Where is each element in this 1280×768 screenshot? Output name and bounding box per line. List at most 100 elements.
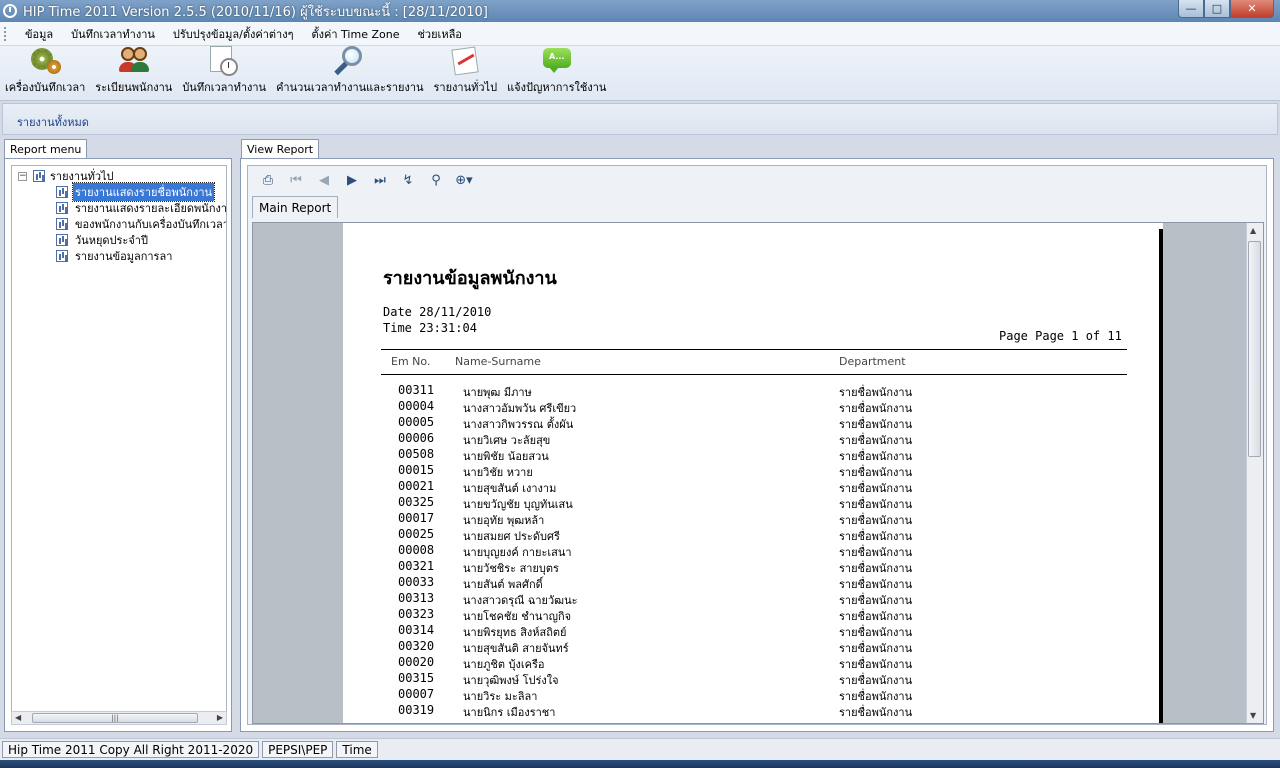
print-icon[interactable]: ⎙ <box>254 169 282 191</box>
general-report-button[interactable]: รายงานทั่วไป <box>429 46 503 98</box>
scroll-down-icon[interactable]: ▼ <box>1250 711 1256 720</box>
scroll-thumb[interactable]: ||| <box>32 713 198 723</box>
export-icon[interactable]: ↯ <box>394 169 422 191</box>
row-em-no: 00314 <box>398 623 435 637</box>
report-viewer-container: ⎙ ⏮ ◀ ▶ ⏭ ↯ ⚲ ⊕▾ Main Report รายงานข้อมู… <box>247 165 1267 725</box>
menu-grip <box>4 26 8 41</box>
report-problem-button[interactable]: A... แจ้งปัญหาการใช้งาน <box>502 46 611 98</box>
report-rows: 00311 นายพุฒ มีภาษ รายชื่อพนักงาน 00004 นางส… <box>343 383 1163 719</box>
report-page-number: Page Page 1 of 11 <box>999 329 1122 343</box>
table-row: 00025 นายสมยศ ประดับศรี รายชื่อพนักงาน <box>343 527 1163 543</box>
row-em-no: 00323 <box>398 607 435 621</box>
status-database: PEPSI\PEP <box>262 741 334 758</box>
tree-root[interactable]: − รายงานทั่วไป <box>18 168 114 184</box>
table-row: 00508 นายพิชัย น้อยสวน รายชื่อพนักงาน <box>343 447 1163 463</box>
tree-item-holidays[interactable]: วันหยุดประจำปี <box>56 232 150 248</box>
maximize-button[interactable]: □ <box>1204 0 1230 18</box>
toolbar-label: แจ้งปัญหาการใช้งาน <box>507 81 607 94</box>
close-button[interactable]: ✕ <box>1230 0 1274 18</box>
scroll-up-icon[interactable]: ▲ <box>1250 226 1256 235</box>
report-icon <box>56 218 68 230</box>
page-edge <box>1159 229 1163 723</box>
main-toolbar: เครื่องบันทึกเวลา ระเบียนพนักงาน บันทึกเ… <box>0 46 1280 101</box>
menu-settings[interactable]: ปรับปรุงข้อมูล/ตั้งค่าต่างๆ <box>164 25 303 43</box>
col-name-surname: Name-Surname <box>455 355 541 368</box>
table-row: 00033 นายสันต์ พลศักดิ์ รายชื่อพนักงาน <box>343 575 1163 591</box>
horizontal-scrollbar[interactable]: ◀ ||| ▶ <box>11 711 227 725</box>
table-row: 00007 นายวิระ มะลิลา รายชื่อพนักงาน <box>343 687 1163 703</box>
table-row: 00314 นายพิรยุทธ สิงห์สถิตย์ รายชื่อพนักงา… <box>343 623 1163 639</box>
zoom-icon[interactable]: ⊕▾ <box>450 169 478 191</box>
menu-data[interactable]: ข้อมูล <box>16 25 62 43</box>
tab-main-report[interactable]: Main Report <box>252 196 339 218</box>
table-row: 00323 นายโชคชัย ชำนาญกิจ รายชื่อพนักงาน <box>343 607 1163 623</box>
scroll-left-icon[interactable]: ◀ <box>15 713 21 722</box>
col-em-no: Em No. <box>391 355 431 368</box>
table-row: 00321 นายวัชชิระ สายบุตร รายชื่อพนักงาน <box>343 559 1163 575</box>
tree-item-employee-list[interactable]: รายงานแสดงรายชื่อพนักงาน <box>56 182 216 202</box>
employees-button[interactable]: ระเบียนพนักงาน <box>90 46 177 98</box>
first-page-icon[interactable]: ⏮ <box>282 169 310 191</box>
table-row: 00325 นายขวัญชัย บุญทันเสน รายชื่อพนักงาน <box>343 495 1163 511</box>
report-icon <box>56 202 68 214</box>
tab-view-report[interactable]: View Report <box>241 139 320 158</box>
row-em-no: 00508 <box>398 447 435 461</box>
table-row: 00313 นางสาวดรุณี ฉายวัฒนะ รายชื่อพนักงาน <box>343 591 1163 607</box>
row-em-no: 00015 <box>398 463 435 477</box>
tree-item-employee-detail[interactable]: รายงานแสดงรายละเอียดพนักงาน <box>56 200 226 216</box>
table-row: 00311 นายพุฒ มีภาษ รายชื่อพนักงาน <box>343 383 1163 399</box>
employees-icon <box>118 46 150 73</box>
report-menu-panel: − รายงานทั่วไป รายงานแสดงรายชื่อพนักงาน … <box>4 158 232 732</box>
menu-time-record[interactable]: บันทึกเวลาทำงาน <box>62 25 164 43</box>
calendar-clock-icon <box>208 46 240 76</box>
table-row: 00315 นายวุฒิพงษ์ โปร่งใจ รายชื่อพนักงาน <box>343 671 1163 687</box>
taskbar <box>0 760 1280 768</box>
report-icon <box>56 234 68 246</box>
report-page-viewer[interactable]: รายงานข้อมูลพนักงาน Date 28/11/2010 Time… <box>252 222 1264 724</box>
row-em-no: 00007 <box>398 687 435 701</box>
chat-bubble-icon: A... <box>541 46 573 73</box>
row-em-no: 00313 <box>398 591 435 605</box>
table-row: 00021 นายสุขสันต์ เงางาม รายชื่อพนักงาน <box>343 479 1163 495</box>
row-em-no: 00319 <box>398 703 435 717</box>
calculate-report-button[interactable]: คำนวนเวลาทำงานและรายงาน <box>271 46 428 98</box>
report-tree: − รายงานทั่วไป รายงานแสดงรายชื่อพนักงาน … <box>11 165 227 725</box>
vertical-scrollbar[interactable]: ▲ ▼ <box>1246 223 1263 723</box>
row-em-no: 00320 <box>398 639 435 653</box>
tree-item-leave[interactable]: รายงานข้อมูลการลา <box>56 248 174 264</box>
tree-item-employee-devices[interactable]: ของพนักงานกับเครื่องบันทึกเวลา <box>56 216 226 232</box>
report-icon <box>56 186 68 198</box>
report-time: Time 23:31:04 <box>383 321 477 335</box>
collapse-icon[interactable]: − <box>18 171 27 181</box>
report-toolbar: ⎙ ⏮ ◀ ▶ ⏭ ↯ ⚲ ⊕▾ <box>248 166 1266 194</box>
tree-item-label: รายงานข้อมูลการลา <box>75 250 173 263</box>
toolbar-label: คำนวนเวลาทำงานและรายงาน <box>276 81 424 94</box>
minimize-button[interactable]: — <box>1178 0 1204 18</box>
row-em-no: 00017 <box>398 511 435 525</box>
row-em-no: 00005 <box>398 415 435 429</box>
time-recorder-button[interactable]: เครื่องบันทึกเวลา <box>0 46 90 98</box>
title-bar: HIP Time 2011 Version 2.5.5 (2010/11/16)… <box>0 0 1280 22</box>
report-chart-icon <box>449 46 481 76</box>
status-bar: Hip Time 2011 Copy All Right 2011-2020 P… <box>0 738 1280 760</box>
scroll-right-icon[interactable]: ▶ <box>217 713 223 722</box>
menu-help[interactable]: ช่วยเหลือ <box>408 25 470 43</box>
table-row: 00320 นายสุขสันติ สายจันทร์ รายชื่อพนักงาน <box>343 639 1163 655</box>
time-record-button[interactable]: บันทึกเวลาทำงาน <box>177 46 271 98</box>
row-em-no: 00020 <box>398 655 435 669</box>
scroll-thumb[interactable] <box>1248 241 1261 457</box>
find-icon[interactable]: ⚲ <box>422 169 450 191</box>
prev-page-icon[interactable]: ◀ <box>310 169 338 191</box>
menu-time-zone[interactable]: ตั้งค่า Time Zone <box>303 25 409 43</box>
table-row: 00020 นายภูชิต บุ้งเครือ รายชื่อพนักงาน <box>343 655 1163 671</box>
next-page-icon[interactable]: ▶ <box>338 169 366 191</box>
report-icon <box>56 250 68 262</box>
table-row: 00017 นายอุทัย พุฒหล้า รายชื่อพนักงาน <box>343 511 1163 527</box>
row-em-no: 00008 <box>398 543 435 557</box>
report-title: รายงานข้อมูลพนักงาน <box>383 268 557 289</box>
window-title: HIP Time 2011 Version 2.5.5 (2010/11/16)… <box>23 4 488 20</box>
last-page-icon[interactable]: ⏭ <box>366 169 394 191</box>
header-rule <box>381 349 1127 350</box>
toolbar-label: บันทึกเวลาทำงาน <box>182 81 267 94</box>
tab-report-menu[interactable]: Report menu <box>4 139 88 158</box>
